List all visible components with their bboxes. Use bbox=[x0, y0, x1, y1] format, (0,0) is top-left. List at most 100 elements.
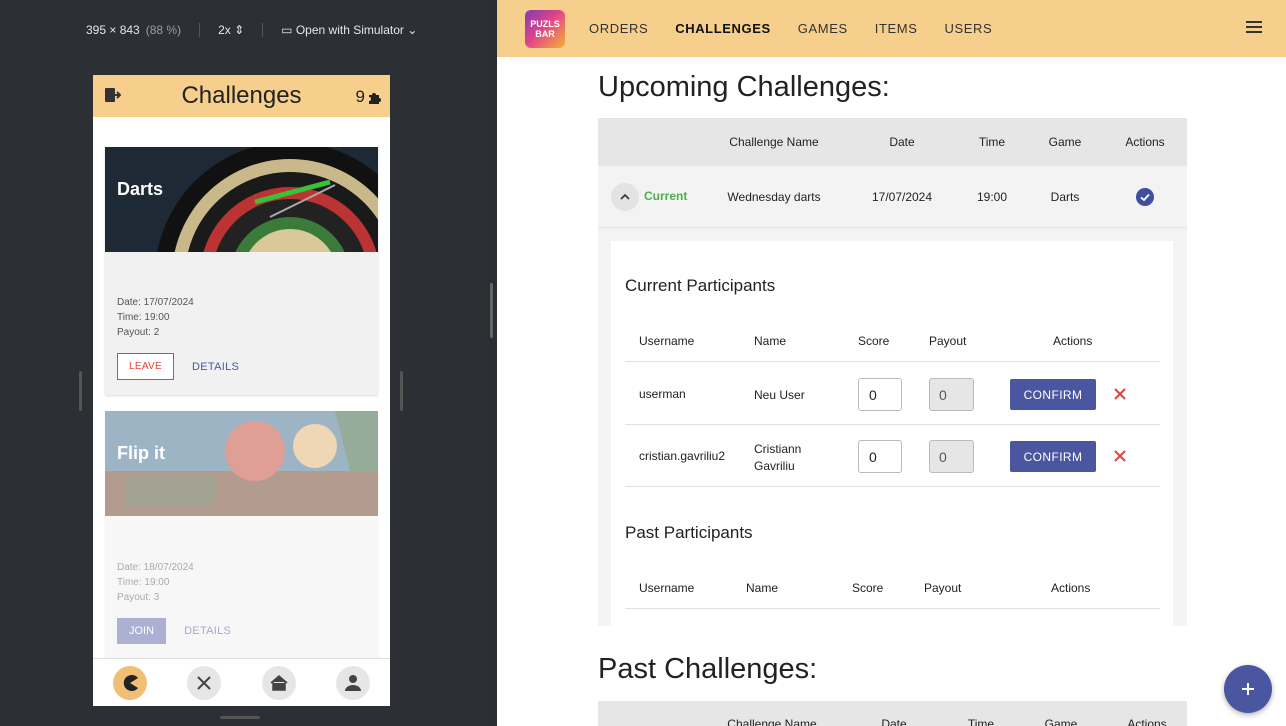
col-actions: Actions bbox=[1127, 717, 1167, 726]
username-cell: cristian.gavriliu2 bbox=[639, 449, 726, 463]
col-date[interactable]: Date bbox=[889, 135, 914, 149]
scale-select[interactable]: 2x ⇕ bbox=[218, 23, 244, 37]
add-challenge-button[interactable] bbox=[1224, 665, 1272, 713]
hamburger-menu-icon[interactable] bbox=[1246, 20, 1262, 34]
chevron-updown-icon: ⇕ bbox=[234, 23, 245, 37]
nav-users[interactable]: USERS bbox=[944, 21, 992, 36]
phone-header: Challenges 9 bbox=[93, 75, 390, 117]
col-payout: Payout bbox=[929, 334, 967, 348]
table-row: userman Neu User 0 0 CONFIRM bbox=[625, 363, 1160, 425]
challenge-card-flip-it[interactable]: Flip it Date: 18/07/2024 Time: 19:00 Pay… bbox=[105, 411, 378, 661]
col-challenge-name[interactable]: Challenge Name bbox=[729, 135, 818, 149]
col-payout: Payout bbox=[924, 581, 962, 595]
divider bbox=[199, 23, 201, 37]
col-actions: Actions bbox=[1051, 581, 1091, 595]
nav-challenges[interactable]: CHALLENGES bbox=[675, 21, 771, 36]
score-input[interactable]: 0 bbox=[858, 378, 902, 411]
username-cell: userman bbox=[639, 387, 686, 401]
simulator-pane: 395 × 843 (88 %) 2x ⇕ ▭ Open with Simula… bbox=[0, 0, 493, 726]
close-icon[interactable] bbox=[1113, 387, 1127, 401]
plus-icon bbox=[1242, 683, 1254, 695]
simulator-toolbar: 395 × 843 (88 %) 2x ⇕ ▭ Open with Simula… bbox=[86, 20, 417, 40]
puzls-bar-logo[interactable]: PUZLS BAR bbox=[525, 9, 565, 48]
puzzle-icon bbox=[369, 92, 381, 104]
date-cell: 17/07/2024 bbox=[871, 190, 933, 204]
card-info: Date: 17/07/2024 Time: 19:00 Payout: 2 bbox=[117, 297, 194, 338]
zoom-level: (88 %) bbox=[145, 23, 182, 37]
col-actions: Actions bbox=[1125, 135, 1165, 149]
points-badge: 9 bbox=[356, 87, 382, 107]
upcoming-challenges-title: Upcoming Challenges: bbox=[598, 71, 890, 103]
home-icon bbox=[270, 674, 288, 691]
nav-items[interactable] bbox=[187, 665, 222, 700]
past-participants-header: Username Name Score Payout Actions bbox=[625, 567, 1160, 609]
upcoming-table-header: Challenge Name Date Time Game Actions bbox=[598, 118, 1187, 166]
close-icon[interactable] bbox=[1113, 449, 1127, 463]
check-circle-icon[interactable] bbox=[1136, 188, 1154, 206]
details-button[interactable]: DETAILS bbox=[192, 361, 239, 373]
table-row: cristian.gavriliu2 Cristiann Gavriliu 0 … bbox=[625, 425, 1160, 487]
col-username: Username bbox=[639, 334, 695, 348]
time-cell: 19:00 bbox=[976, 190, 1008, 204]
device-dimensions: 395 × 843 bbox=[86, 23, 140, 37]
past-table-header: Challenge Name Date Time Game Actions bbox=[598, 701, 1187, 726]
resize-handle-right[interactable] bbox=[400, 371, 403, 411]
divider bbox=[262, 23, 264, 37]
top-bar: PUZLS BAR ORDERS CHALLENGES GAMES ITEMS … bbox=[497, 0, 1286, 57]
status-badge: Current bbox=[644, 189, 688, 203]
name-cell: Cristiann Gavriliu bbox=[754, 442, 802, 473]
col-date[interactable]: Date bbox=[881, 717, 906, 726]
participants-panel: Current Participants Username Name Score… bbox=[611, 241, 1173, 631]
nav-home[interactable] bbox=[261, 665, 296, 700]
resize-handle-bottom[interactable] bbox=[220, 716, 260, 719]
open-with-simulator-button[interactable]: ▭ Open with Simulator ⌄ bbox=[281, 23, 417, 37]
col-time[interactable]: Time bbox=[968, 717, 994, 726]
col-username: Username bbox=[639, 581, 695, 595]
nav-games[interactable]: GAMES bbox=[798, 21, 848, 36]
card-title: Flip it bbox=[117, 443, 165, 463]
collapse-row-button[interactable] bbox=[611, 183, 639, 211]
card-info: Date: 18/07/2024 Time: 19:00 Payout: 3 bbox=[117, 562, 194, 603]
chevron-down-icon: ⌄ bbox=[407, 23, 418, 37]
admin-pane: PUZLS BAR ORDERS CHALLENGES GAMES ITEMS … bbox=[497, 0, 1286, 726]
col-name: Name bbox=[754, 334, 787, 348]
leave-button[interactable]: LEAVE bbox=[117, 353, 174, 380]
bottom-nav bbox=[93, 658, 390, 706]
past-challenges-title: Past Challenges: bbox=[598, 653, 818, 685]
col-game[interactable]: Game bbox=[1045, 717, 1078, 726]
current-participants-title: Current Participants bbox=[625, 276, 776, 295]
resize-handle-left[interactable] bbox=[79, 371, 82, 411]
pane-splitter[interactable] bbox=[490, 283, 493, 338]
col-game[interactable]: Game bbox=[1049, 135, 1082, 149]
challenge-name-cell: Wednesday darts bbox=[727, 190, 821, 204]
nav-items[interactable]: ITEMS bbox=[875, 21, 918, 36]
game-cell: Darts bbox=[1050, 190, 1080, 204]
challenge-card-darts[interactable]: Darts Date: 17/07/2024 Time: 19:00 Payou… bbox=[105, 147, 378, 395]
nav-profile[interactable] bbox=[335, 665, 370, 700]
col-time[interactable]: Time bbox=[979, 135, 1005, 149]
table-row[interactable]: Current Wednesday darts 17/07/2024 19:00… bbox=[598, 166, 1187, 228]
col-name: Name bbox=[746, 581, 779, 595]
nav-orders[interactable]: ORDERS bbox=[589, 21, 648, 36]
payout-field: 0 bbox=[929, 440, 974, 473]
exit-icon[interactable] bbox=[105, 88, 121, 102]
col-score: Score bbox=[858, 334, 890, 348]
flip-it-image: Flip it bbox=[105, 411, 378, 516]
tools-icon bbox=[197, 675, 212, 690]
confirm-button[interactable]: CONFIRM bbox=[1010, 379, 1096, 410]
nav-challenges[interactable] bbox=[113, 665, 148, 700]
chevron-up-icon bbox=[620, 194, 630, 200]
join-button[interactable]: JOIN bbox=[117, 618, 167, 644]
past-participants-title: Past Participants bbox=[625, 523, 753, 542]
user-icon bbox=[344, 674, 361, 691]
pacman-icon bbox=[123, 674, 139, 691]
confirm-button[interactable]: CONFIRM bbox=[1010, 441, 1096, 472]
phone-screen: Challenges 9 Darts Date: 17/07/2024 Time… bbox=[93, 75, 390, 706]
details-button[interactable]: DETAILS bbox=[184, 625, 231, 637]
col-challenge-name[interactable]: Challenge Name bbox=[727, 717, 816, 726]
score-input[interactable]: 0 bbox=[858, 440, 902, 473]
name-cell: Neu User bbox=[754, 388, 805, 402]
challenge-detail: Current Participants Username Name Score… bbox=[598, 228, 1187, 631]
phone-title: Challenges bbox=[181, 82, 302, 109]
col-score: Score bbox=[852, 581, 884, 595]
